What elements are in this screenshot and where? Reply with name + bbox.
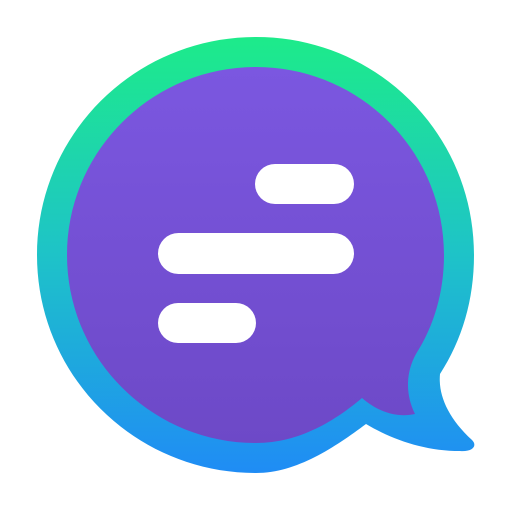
middle-bar [158,233,354,274]
chat-bubble-app-icon [37,37,475,473]
bottom-bar [158,303,256,343]
top-bar [255,164,354,204]
app-icon-canvas [0,0,512,512]
